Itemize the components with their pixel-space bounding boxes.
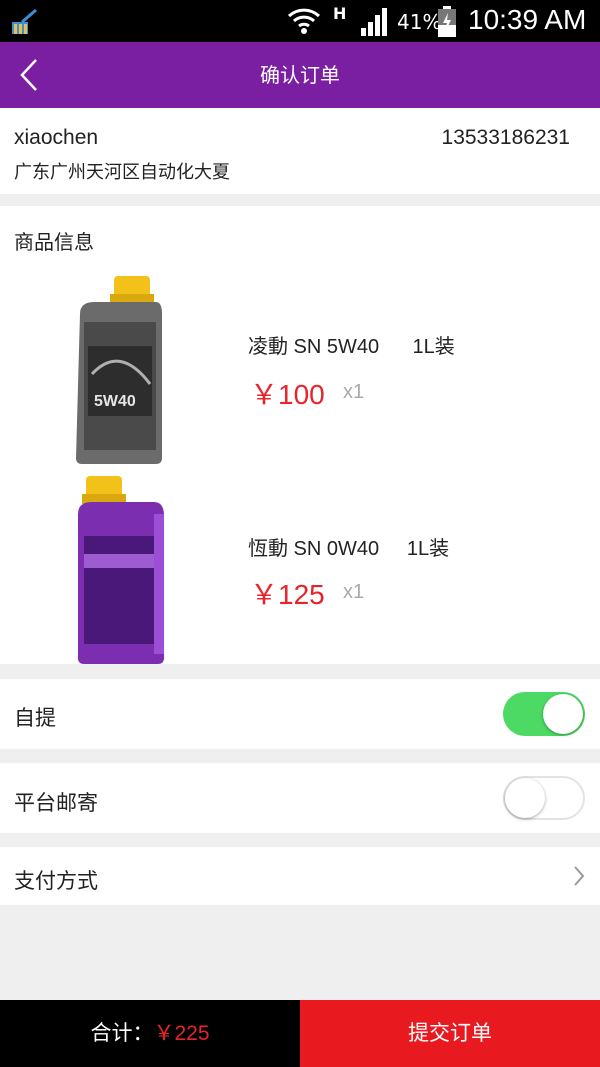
- product-price: ￥100: [250, 379, 325, 410]
- payment-method-label: 支付方式: [14, 869, 98, 893]
- product-name: 凌動 SN 5W40 1L装: [248, 336, 455, 358]
- payment-method-row[interactable]: 支付方式: [0, 847, 600, 905]
- wifi-icon: [287, 8, 321, 34]
- product-item[interactable]: 5W40 凌動 SN 5W40 1L装 ￥100 x1: [0, 270, 600, 470]
- svg-text:5W40: 5W40: [94, 393, 136, 410]
- goods-section: 商品信息 5W40 凌動 SN 5W40 1L装 ￥100 x1 恆動 SN 0…: [0, 206, 600, 664]
- recipient-name: xiaochen: [14, 126, 99, 149]
- total-label: 合计：: [90, 1021, 154, 1045]
- toggle-knob: [505, 778, 545, 818]
- product-item[interactable]: 恆動 SN 0W40 1L装 ￥125 x1: [0, 470, 600, 670]
- platform-mail-toggle[interactable]: [503, 776, 585, 820]
- address-card[interactable]: xiaochen 13533186231 广东广州天河区自动化大夏: [0, 108, 600, 194]
- bottom-bar: 合计：￥225 提交订单: [0, 1000, 600, 1067]
- self-pickup-label: 自提: [14, 706, 56, 730]
- clock: 10:39 AM: [468, 4, 587, 35]
- product-qty: x1: [343, 381, 365, 403]
- toggle-knob: [543, 694, 583, 734]
- network-type: H: [333, 4, 347, 23]
- product-image: [78, 476, 164, 664]
- product-price: ￥125: [250, 579, 325, 610]
- status-bar: H 41% 10:39 AM: [0, 0, 600, 42]
- goods-header: 商品信息: [14, 230, 94, 254]
- total-amount: ￥225: [153, 1022, 210, 1045]
- nav-bar: 确认订单: [0, 42, 600, 108]
- battery-percent: 41%: [397, 10, 442, 34]
- platform-mail-row: 平台邮寄: [0, 763, 600, 833]
- self-pickup-toggle[interactable]: [503, 692, 585, 736]
- product-qty: x1: [343, 581, 365, 603]
- recipient-address: 广东广州天河区自动化大夏: [14, 162, 230, 183]
- chevron-right-icon: [574, 866, 585, 886]
- product-image: 5W40: [76, 276, 162, 464]
- page-title: 确认订单: [260, 63, 340, 87]
- broom-icon: [12, 8, 37, 34]
- submit-order-button[interactable]: 提交订单: [300, 1000, 600, 1067]
- battery-icon: [438, 6, 456, 37]
- signal-icon: [361, 8, 387, 36]
- product-name: 恆動 SN 0W40 1L装: [248, 538, 450, 560]
- order-total: 合计：￥225: [0, 1000, 300, 1067]
- platform-mail-label: 平台邮寄: [14, 791, 98, 815]
- recipient-phone: 13533186231: [441, 126, 570, 149]
- self-pickup-row: 自提: [0, 679, 600, 749]
- back-chevron-icon[interactable]: [14, 56, 44, 94]
